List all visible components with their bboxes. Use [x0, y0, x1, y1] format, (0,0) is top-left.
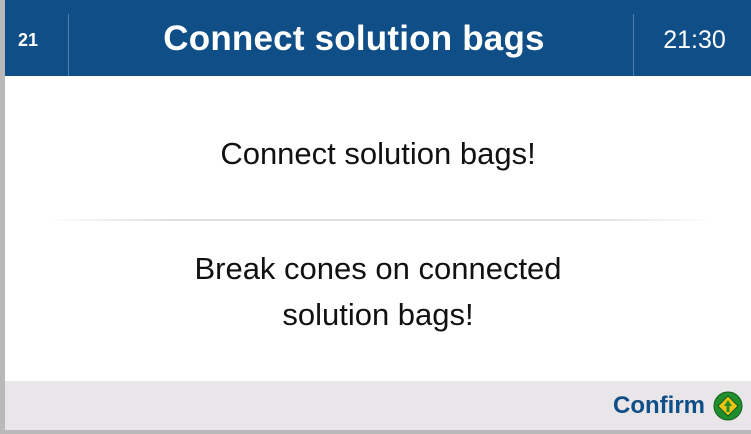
clock: 21:30 [663, 26, 726, 54]
instruction-secondary-line-1: Break cones on connected [194, 251, 562, 286]
footer-bar: Confirm [5, 381, 751, 430]
header-separator-left [68, 14, 69, 76]
step-number: 21 [18, 30, 39, 50]
confirm-label: Confirm [613, 392, 705, 419]
instruction-primary: Connect solution bags! [220, 136, 536, 171]
instruction-secondary-line-2: solution bags! [282, 297, 474, 332]
screen: 21 Connect solution bags 21:30 Connect s… [0, 0, 751, 434]
section-divider [45, 219, 715, 221]
green-diamond-arrow-icon [713, 391, 743, 421]
confirm-button[interactable]: Confirm [613, 389, 743, 423]
header-bar: 21 Connect solution bags 21:30 [5, 0, 751, 76]
page-title: Connect solution bags [163, 19, 545, 58]
header-separator-right [633, 14, 634, 76]
instruction-secondary: Break cones on connected solution bags! [5, 246, 751, 338]
